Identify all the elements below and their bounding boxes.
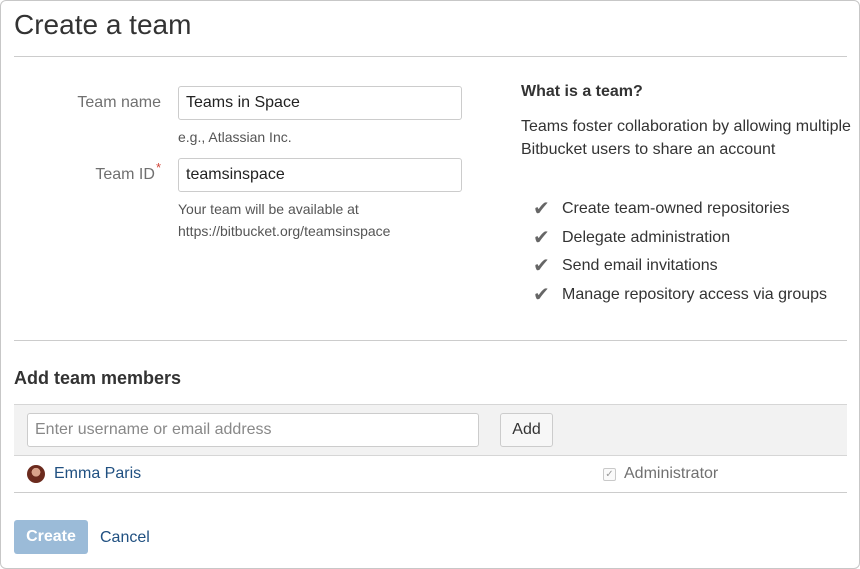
user-avatar — [27, 465, 45, 483]
cancel-link[interactable]: Cancel — [100, 529, 150, 547]
check-icon: ✔ — [533, 283, 550, 306]
checkbox-checked-icon[interactable]: ✓ — [603, 468, 616, 481]
create-team-page: Create a team Team name e.g., Atlassian … — [0, 0, 860, 569]
feature-item: ✔ Send email invitations — [533, 252, 827, 281]
member-name-link[interactable]: Emma Paris — [54, 465, 141, 483]
feature-item: ✔ Delegate administration — [533, 224, 827, 253]
team-name-input[interactable] — [178, 86, 462, 120]
required-marker: * — [155, 160, 161, 175]
feature-label: Create team-owned repositories — [562, 200, 790, 218]
member-row: Emma Paris ✓ Administrator — [14, 456, 847, 493]
what-is-team-description: Teams foster collaboration by allowing m… — [521, 118, 851, 158]
add-members-heading: Add team members — [14, 368, 182, 388]
team-id-hint: Your team will be available at https://b… — [178, 201, 391, 239]
administrator-label: Administrator — [624, 465, 719, 482]
team-name-hint: e.g., Atlassian Inc. — [178, 129, 292, 145]
title-divider — [14, 56, 847, 57]
section-divider — [14, 340, 847, 341]
add-member-bar: Add — [14, 404, 847, 456]
feature-list: ✔ Create team-owned repositories ✔ Delegat… — [533, 195, 827, 309]
member-search-input[interactable] — [27, 413, 479, 447]
check-icon: ✔ — [533, 226, 550, 249]
create-button[interactable]: Create — [14, 520, 88, 554]
team-name-label: Team name — [77, 94, 161, 111]
team-id-input[interactable] — [178, 158, 462, 192]
feature-item: ✔ Create team-owned repositories — [533, 195, 827, 224]
feature-label: Delegate administration — [562, 228, 731, 246]
feature-label: Send email invitations — [562, 257, 718, 275]
check-icon: ✔ — [533, 198, 550, 221]
add-member-button[interactable]: Add — [500, 413, 553, 447]
what-is-team-heading: What is a team? — [521, 83, 643, 100]
feature-label: Manage repository access via groups — [562, 285, 828, 303]
page-title: Create a team — [14, 9, 192, 40]
team-id-label: Team ID* — [95, 160, 161, 183]
check-icon: ✔ — [533, 255, 550, 278]
feature-item: ✔ Manage repository access via groups — [533, 281, 827, 310]
